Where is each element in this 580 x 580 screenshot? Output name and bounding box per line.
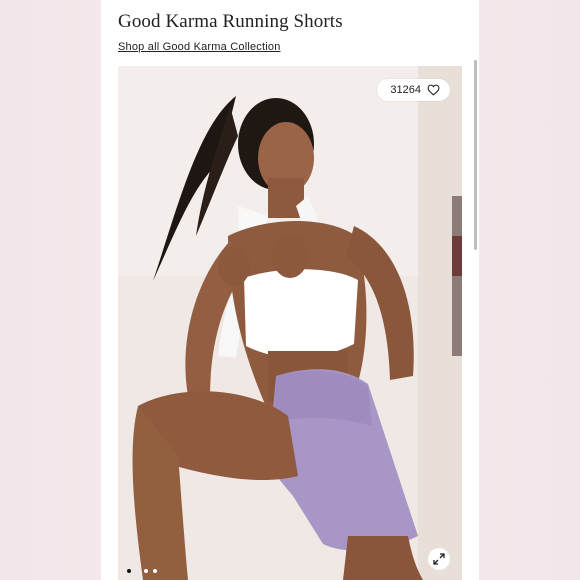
- expand-image-button[interactable]: [428, 548, 450, 570]
- expand-arrows-icon: [433, 553, 445, 565]
- carousel-dot-2[interactable]: [144, 569, 148, 573]
- carousel-pagination: [127, 569, 157, 573]
- scrollbar-thumb[interactable]: [474, 60, 477, 250]
- shop-collection-link[interactable]: Shop all Good Karma Collection: [118, 41, 281, 53]
- carousel-dot-3[interactable]: [153, 569, 157, 573]
- product-photo: [118, 66, 462, 580]
- screenshot-frame: Good Karma Running Shorts Shop all Good …: [0, 0, 580, 580]
- product-panel: Good Karma Running Shorts Shop all Good …: [101, 0, 479, 580]
- like-count: 31264: [390, 84, 421, 96]
- heart-icon: [427, 84, 440, 96]
- product-title: Good Karma Running Shorts: [118, 11, 343, 32]
- like-button[interactable]: 31264: [377, 79, 450, 101]
- product-image-carousel[interactable]: 31264: [118, 66, 462, 580]
- carousel-dot-1[interactable]: [127, 569, 131, 573]
